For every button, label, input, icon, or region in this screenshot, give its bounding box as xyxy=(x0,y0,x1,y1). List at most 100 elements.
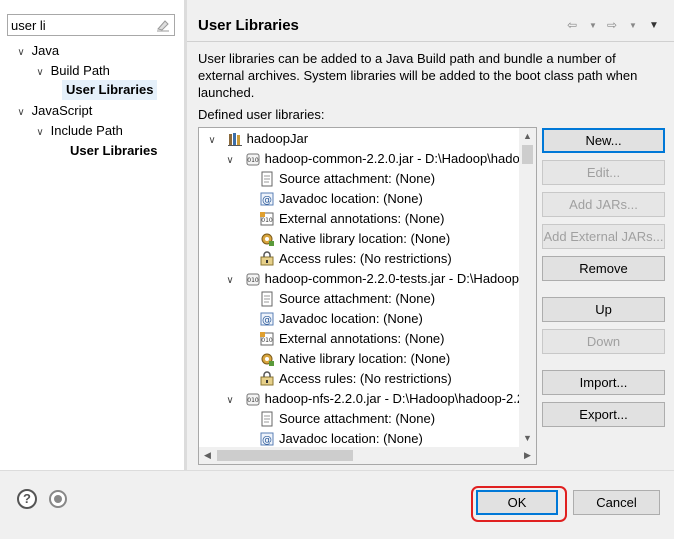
vertical-scroll-thumb[interactable] xyxy=(522,145,533,164)
expand-icon[interactable]: ∨ xyxy=(33,123,47,143)
scroll-down-icon[interactable]: ▼ xyxy=(519,430,536,447)
attribute-label: Javadoc location: (None) xyxy=(279,311,423,326)
expand-icon[interactable]: ∨ xyxy=(14,103,28,123)
jar-label: hadoop-nfs-2.2.0.jar - D:\Hadoop\hadoop-… xyxy=(264,391,537,406)
jar-attribute-row[interactable]: 010 External annotations: (None) xyxy=(259,209,444,229)
import-button[interactable]: Import... xyxy=(542,370,665,395)
source-attachment-icon xyxy=(261,411,273,427)
up-button[interactable]: Up xyxy=(542,297,665,322)
scroll-left-icon[interactable]: ◀ xyxy=(199,447,216,464)
filter-input[interactable]: user li xyxy=(7,14,175,36)
native-library-icon xyxy=(261,233,274,246)
javadoc-icon: @ xyxy=(260,192,274,206)
vertical-scrollbar[interactable]: ▲ ▼ xyxy=(519,128,536,447)
native-library-icon xyxy=(261,353,274,366)
add-jars-button[interactable]: Add JARs... xyxy=(542,192,665,217)
add-external-jars-button[interactable]: Add External JARs... xyxy=(542,224,665,249)
jar-attribute-row[interactable]: Source attachment: (None) xyxy=(259,409,435,429)
attribute-label: Native library location: (None) xyxy=(279,231,451,246)
svg-text:010: 010 xyxy=(261,337,273,344)
nav-item-javascript[interactable]: ∨ JavaScript xyxy=(14,101,92,121)
clear-filter-icon[interactable] xyxy=(156,18,170,32)
preferences-nav: user li ∨ Java ∨ Build Path User Librari… xyxy=(0,0,184,470)
back-menu-icon[interactable]: ▼ xyxy=(589,21,597,30)
svg-text:010: 010 xyxy=(261,217,273,224)
attribute-label: Source attachment: (None) xyxy=(279,171,436,186)
jar-attribute-row[interactable]: @ Javadoc location: (None) xyxy=(259,429,423,449)
horizontal-scroll-thumb[interactable] xyxy=(217,450,353,461)
nav-item-include-path[interactable]: ∨ Include Path xyxy=(33,121,123,141)
jar-icon: 010 xyxy=(246,273,260,286)
defined-libraries-label: Defined user libraries: xyxy=(198,107,325,122)
remove-button[interactable]: Remove xyxy=(542,256,665,281)
title-divider xyxy=(187,41,674,42)
nav-item-java[interactable]: ∨ Java xyxy=(14,41,59,61)
jar-attribute-row[interactable]: Source attachment: (None) xyxy=(259,289,435,309)
nav-item-label: User Libraries xyxy=(70,143,158,158)
jar-label: hadoop-common-2.2.0.jar - D:\Hadoop\hado… xyxy=(264,151,536,166)
page-title: User Libraries xyxy=(198,17,299,34)
collapse-icon[interactable]: ∨ xyxy=(223,271,237,291)
attribute-label: External annotations: (None) xyxy=(279,331,445,346)
access-rules-icon xyxy=(260,370,274,386)
library-icon xyxy=(227,132,242,146)
jar-node[interactable]: ∨ 010 hadoop-common-2.2.0-tests.jar - D:… xyxy=(223,269,536,291)
record-icon[interactable] xyxy=(49,490,67,508)
attribute-label: Source attachment: (None) xyxy=(279,291,436,306)
jar-attribute-row[interactable]: @ Javadoc location: (None) xyxy=(259,189,423,209)
forward-menu-icon[interactable]: ▼ xyxy=(629,21,637,30)
svg-text:@: @ xyxy=(262,435,272,446)
jar-node[interactable]: ∨ 010 hadoop-common-2.2.0.jar - D:\Hadoo… xyxy=(223,149,536,171)
nav-item-label: JavaScript xyxy=(31,103,93,118)
jar-icon: 010 xyxy=(246,393,260,406)
cancel-button[interactable]: Cancel xyxy=(573,490,660,515)
filter-value[interactable]: user li xyxy=(11,18,46,33)
nav-item-build-path[interactable]: ∨ Build Path xyxy=(33,61,110,81)
ok-button[interactable]: OK xyxy=(476,490,558,515)
annotations-icon: 010 xyxy=(260,331,274,346)
jar-label: hadoop-common-2.2.0-tests.jar - D:\Hadoo… xyxy=(264,271,536,286)
expand-icon[interactable]: ∨ xyxy=(33,63,47,83)
nav-item-label: Build Path xyxy=(50,63,110,78)
attribute-label: Access rules: (No restrictions) xyxy=(279,371,452,386)
scroll-up-icon[interactable]: ▲ xyxy=(519,128,536,145)
help-icon[interactable]: ? xyxy=(17,489,37,509)
svg-text:010: 010 xyxy=(247,157,259,164)
expand-icon[interactable]: ∨ xyxy=(14,43,28,63)
edit-button[interactable]: Edit... xyxy=(542,160,665,185)
collapse-icon[interactable]: ∨ xyxy=(223,151,237,171)
forward-icon[interactable]: ⇨ xyxy=(607,18,617,32)
down-button[interactable]: Down xyxy=(542,329,665,354)
jar-attribute-row[interactable]: Native library location: (None) xyxy=(259,229,450,249)
scroll-right-icon[interactable]: ▶ xyxy=(519,447,536,464)
jar-node[interactable]: ∨ 010 hadoop-nfs-2.2.0.jar - D:\Hadoop\h… xyxy=(223,389,537,411)
svg-text:@: @ xyxy=(262,315,272,326)
jar-attribute-row[interactable]: Native library location: (None) xyxy=(259,349,450,369)
user-libraries-tree[interactable]: ∨ hadoopJar ∨ 010 hadoop-common-2.2.0.ja… xyxy=(198,127,537,465)
nav-item-user-libraries-javascript[interactable]: User Libraries xyxy=(70,141,157,161)
collapse-icon[interactable]: ∨ xyxy=(205,131,219,151)
source-attachment-icon xyxy=(261,291,273,307)
javadoc-icon: @ xyxy=(260,432,274,446)
jar-attribute-row[interactable]: Access rules: (No restrictions) xyxy=(259,249,452,269)
nav-item-label: Java xyxy=(31,43,60,58)
source-attachment-icon xyxy=(261,171,273,187)
nav-item-user-libraries-java[interactable]: User Libraries xyxy=(62,80,158,100)
attribute-label: Access rules: (No restrictions) xyxy=(279,251,452,266)
svg-text:@: @ xyxy=(262,195,272,206)
view-menu-icon[interactable]: ▼ xyxy=(649,20,659,31)
attribute-label: Javadoc location: (None) xyxy=(279,191,423,206)
jar-icon: 010 xyxy=(246,153,260,166)
horizontal-scrollbar[interactable]: ◀ ▶ xyxy=(199,447,536,464)
library-node[interactable]: ∨ hadoopJar xyxy=(205,129,308,149)
javadoc-icon: @ xyxy=(260,312,274,326)
jar-attribute-row[interactable]: Source attachment: (None) xyxy=(259,169,435,189)
export-button[interactable]: Export... xyxy=(542,402,665,427)
jar-attribute-row[interactable]: 010 External annotations: (None) xyxy=(259,329,444,349)
attribute-label: External annotations: (None) xyxy=(279,211,445,226)
collapse-icon[interactable]: ∨ xyxy=(223,391,237,411)
new-button[interactable]: New... xyxy=(542,128,665,153)
jar-attribute-row[interactable]: Access rules: (No restrictions) xyxy=(259,369,452,389)
back-icon[interactable]: ⇦ xyxy=(567,18,577,32)
jar-attribute-row[interactable]: @ Javadoc location: (None) xyxy=(259,309,423,329)
